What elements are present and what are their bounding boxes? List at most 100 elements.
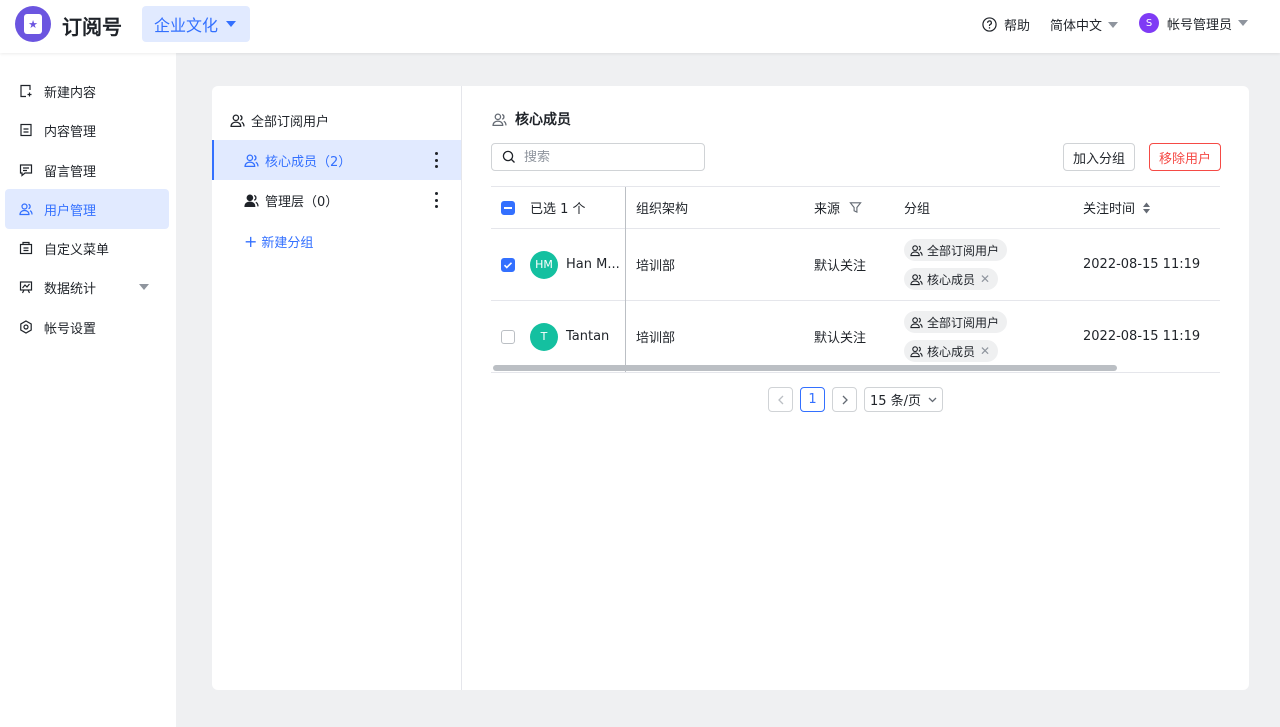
group-label: 全部订阅用户	[251, 114, 330, 130]
sidebar-item-content-manage[interactable]: 内容管理	[5, 110, 169, 150]
page-size-label: 15 条/页	[869, 394, 922, 409]
user-name: Han M...	[566, 257, 620, 272]
help-label: 帮助	[1004, 19, 1031, 34]
sidebar-item-label: 新建内容	[44, 85, 97, 101]
group-tags: 全部订阅用户 核心成员 ✕	[904, 301, 1008, 372]
main-card: 全部订阅用户 核心成员（2） 管理层（0） + 新建分组 核心成员 加入分组 移…	[212, 86, 1249, 690]
table-header: 已选 1 个 组织架构 来源 分组 关注时间	[491, 187, 1220, 229]
group-tag-label: 核心成员	[927, 272, 976, 287]
follow-time-cell: 2022-08-15 11:19	[1083, 257, 1201, 272]
top-bar: ★ 订阅号 企业文化 帮助 简体中文 S 帐号管理员	[0, 0, 1280, 53]
more-options-icon[interactable]	[435, 152, 439, 168]
prev-page-button[interactable]	[768, 387, 793, 412]
row-checkbox[interactable]	[501, 257, 515, 272]
document-icon	[20, 123, 32, 137]
horizontal-scrollbar[interactable]	[493, 365, 1117, 371]
star-icon: ★	[24, 14, 42, 34]
close-icon[interactable]: ✕	[980, 344, 990, 358]
sidebar-item-label: 留言管理	[44, 164, 97, 180]
sidebar-item-label: 自定义菜单	[44, 242, 110, 258]
user-cell: T Tantan	[530, 301, 609, 372]
column-header-group: 分组	[904, 202, 931, 217]
source-cell: 默认关注	[814, 331, 867, 346]
select-all-checkbox[interactable]	[501, 200, 515, 215]
sidebar-item-users[interactable]: 用户管理	[5, 189, 169, 229]
sort-icon[interactable]	[1142, 202, 1151, 214]
group-tag-label: 全部订阅用户	[927, 315, 1000, 330]
sidebar-item-new-content[interactable]: 新建内容	[5, 71, 169, 111]
help-icon	[982, 17, 997, 32]
menu-icon	[19, 241, 33, 255]
group-item-core[interactable]: 核心成员（2）	[212, 140, 461, 180]
sidebar-item-custom-menu[interactable]: 自定义菜单	[5, 228, 169, 268]
table-row[interactable]: T Tantan 培训部 默认关注 全部订阅用户 核心成员 ✕ 2022-08-…	[491, 301, 1220, 372]
org-cell: 培训部	[636, 259, 676, 274]
follow-time-cell: 2022-08-15 11:19	[1083, 329, 1201, 344]
next-page-button[interactable]	[832, 387, 857, 412]
selected-count: 已选 1 个	[530, 202, 586, 217]
page-number-button[interactable]: 1	[800, 387, 825, 412]
user-name: 帐号管理员	[1167, 17, 1233, 33]
avatar: S	[1139, 13, 1159, 33]
workspace-selector[interactable]: 企业文化	[142, 6, 251, 42]
language-label: 简体中文	[1050, 19, 1103, 34]
add-to-group-button[interactable]: 加入分组	[1063, 143, 1136, 171]
page-size-select[interactable]: 15 条/页	[864, 387, 943, 412]
chevron-down-icon	[928, 397, 937, 402]
caret-down-icon	[1108, 21, 1119, 28]
users-icon	[910, 244, 923, 256]
message-icon	[19, 164, 33, 177]
check-icon	[503, 261, 513, 269]
gear-icon	[20, 320, 32, 334]
users-icon	[910, 345, 923, 357]
close-icon[interactable]: ✕	[980, 272, 990, 286]
group-label: 核心成员（2）	[265, 154, 352, 170]
group-tag-label: 核心成员	[927, 344, 976, 359]
help-link[interactable]: 帮助	[982, 15, 1030, 34]
plus-icon: +	[244, 232, 258, 251]
sidebar-item-label: 帐号设置	[44, 321, 97, 337]
new-group-button[interactable]: + 新建分组	[244, 232, 313, 251]
group-tag: 全部订阅用户	[904, 311, 1008, 333]
org-cell: 培训部	[636, 331, 676, 346]
group-item-management[interactable]: 管理层（0）	[212, 180, 461, 220]
new-content-icon	[20, 84, 32, 98]
group-tag-label: 全部订阅用户	[927, 243, 1000, 258]
group-tags: 全部订阅用户 核心成员 ✕	[904, 229, 1008, 300]
users-icon	[244, 194, 259, 207]
users-icon	[910, 273, 923, 285]
column-header-source: 来源	[814, 187, 862, 228]
group-tag: 全部订阅用户	[904, 239, 1008, 261]
search-box	[491, 143, 705, 171]
column-header-label: 来源	[814, 202, 841, 217]
avatar: T	[530, 322, 558, 351]
app-logo[interactable]: ★	[15, 6, 51, 42]
chevron-right-icon	[842, 395, 848, 404]
remove-user-button[interactable]: 移除用户	[1149, 143, 1222, 171]
chevron-left-icon	[777, 395, 783, 404]
table-row[interactable]: HM Han M... 培训部 默认关注 全部订阅用户 核心成员 ✕ 2022-…	[491, 229, 1220, 301]
group-item-all[interactable]: 全部订阅用户	[212, 100, 461, 140]
user-menu[interactable]: S 帐号管理员	[1139, 13, 1249, 33]
filter-icon[interactable]	[849, 201, 862, 214]
language-selector[interactable]: 简体中文	[1050, 15, 1119, 34]
column-header-label: 关注时间	[1083, 202, 1136, 217]
row-select-cell	[501, 301, 515, 372]
sidebar-item-account-settings[interactable]: 帐号设置	[5, 307, 169, 347]
search-icon	[502, 150, 515, 163]
group-tag: 核心成员 ✕	[904, 340, 999, 362]
sidebar-item-statistics[interactable]: 数据统计	[5, 267, 169, 307]
row-checkbox[interactable]	[501, 329, 515, 344]
sidebar-item-messages[interactable]: 留言管理	[5, 150, 169, 190]
users-icon	[19, 203, 33, 216]
group-label: 管理层（0）	[265, 194, 339, 210]
sidebar: 新建内容 内容管理 留言管理 用户管理 自定义菜单 数据统计 帐号设置	[0, 53, 176, 727]
group-tag: 核心成员 ✕	[904, 268, 999, 290]
search-input[interactable]	[524, 149, 694, 165]
more-options-icon[interactable]	[435, 192, 439, 208]
column-header-follow-time[interactable]: 关注时间	[1083, 187, 1151, 228]
caret-down-icon	[1238, 20, 1249, 26]
user-cell: HM Han M...	[530, 229, 620, 300]
sidebar-item-label: 内容管理	[44, 124, 97, 140]
users-icon	[492, 113, 507, 126]
